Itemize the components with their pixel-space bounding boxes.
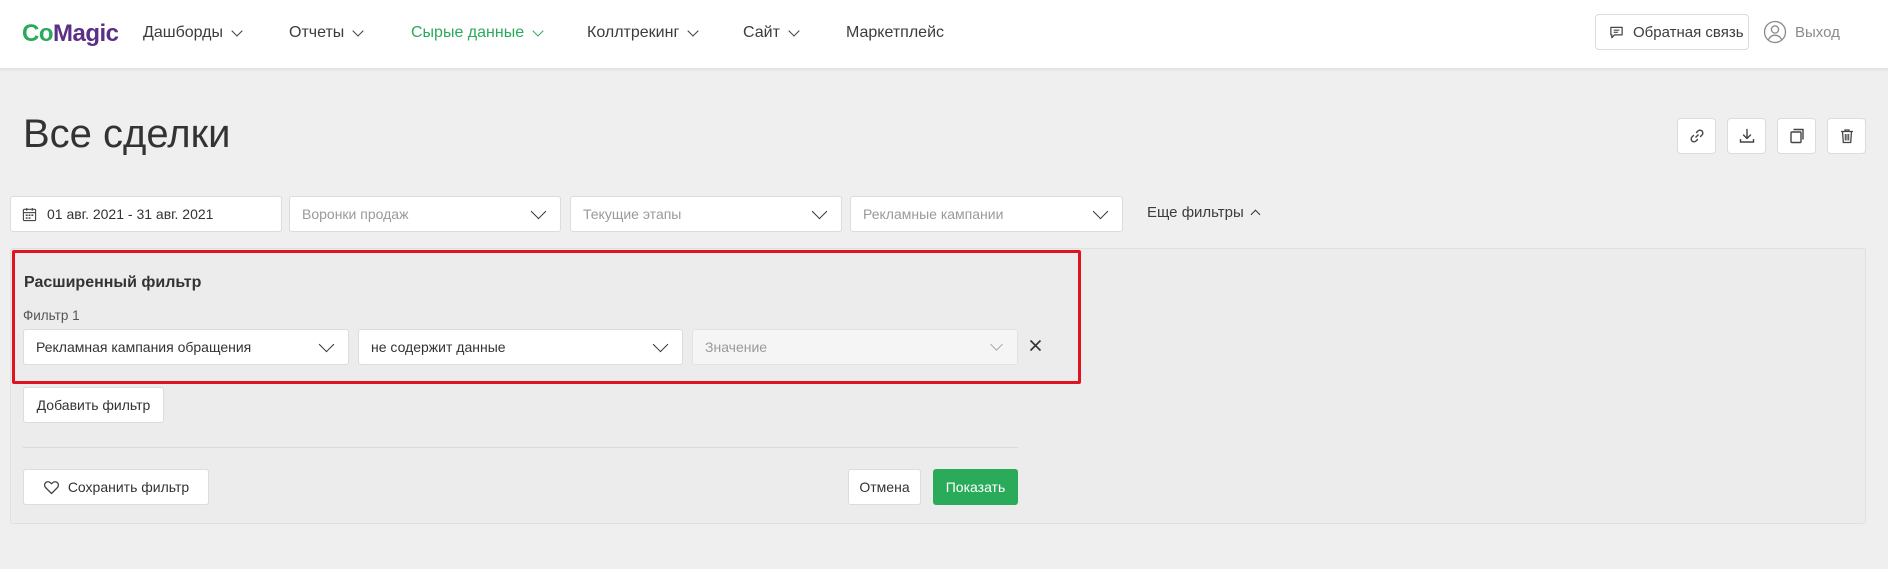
download-button[interactable] bbox=[1727, 118, 1766, 154]
date-range-picker[interactable]: 01 авг. 2021 - 31 авг. 2021 bbox=[10, 196, 282, 232]
nav-item-marketplace[interactable]: Маркетплейс bbox=[846, 24, 944, 42]
user-icon bbox=[1763, 20, 1787, 44]
chevron-down-icon bbox=[990, 337, 1003, 351]
delete-button[interactable] bbox=[1827, 118, 1866, 154]
filter-value-select[interactable]: Значение bbox=[692, 329, 1018, 365]
chevron-down-icon bbox=[530, 203, 547, 219]
more-filters-label: Еще фильтры bbox=[1147, 204, 1244, 221]
comagic-logo[interactable]: CoMagic bbox=[22, 20, 119, 48]
chevron-down-icon bbox=[811, 203, 828, 219]
chevron-down-icon bbox=[788, 24, 800, 37]
copy-link-button[interactable] bbox=[1677, 118, 1716, 154]
feedback-button[interactable]: Обратная связь bbox=[1595, 14, 1749, 50]
nav-item-label: Коллтрекинг bbox=[587, 24, 680, 41]
copy-icon bbox=[1789, 128, 1804, 144]
logo-part-magic: Magic bbox=[53, 20, 119, 47]
campaigns-select[interactable]: Рекламные кампании bbox=[850, 196, 1123, 232]
cancel-button[interactable]: Отмена bbox=[848, 469, 921, 505]
feedback-label: Обратная связь bbox=[1633, 23, 1744, 41]
filter-1-label: Фильтр 1 bbox=[23, 308, 80, 323]
chevron-down-icon bbox=[652, 336, 669, 352]
nav-item-label: Отчеты bbox=[289, 24, 345, 41]
date-range-value: 01 авг. 2021 - 31 авг. 2021 bbox=[47, 206, 214, 222]
copy-button[interactable] bbox=[1777, 118, 1816, 154]
download-icon bbox=[1739, 128, 1754, 143]
chevron-down-icon bbox=[532, 24, 544, 37]
logout-button[interactable]: Выход bbox=[1763, 20, 1840, 44]
trash-icon bbox=[1840, 129, 1853, 144]
calendar-icon bbox=[22, 207, 37, 221]
chevron-up-icon bbox=[1250, 209, 1261, 220]
separator bbox=[23, 447, 1018, 448]
filter-operator-value: не содержит данные bbox=[371, 339, 506, 355]
filter-field-value: Рекламная кампания обращения bbox=[36, 339, 252, 355]
chevron-down-icon bbox=[1092, 203, 1109, 219]
advanced-filter-title: Расширенный фильтр bbox=[24, 274, 202, 291]
funnels-select[interactable]: Воронки продаж bbox=[289, 196, 561, 232]
nav-item-label: Сайт bbox=[743, 24, 780, 41]
stages-select[interactable]: Текущие этапы bbox=[570, 196, 842, 232]
logout-label: Выход bbox=[1795, 23, 1840, 41]
funnels-placeholder: Воронки продаж bbox=[302, 206, 409, 222]
nav-item-raw-data[interactable]: Сырые данные bbox=[411, 24, 544, 42]
nav-item-label: Маркетплейс bbox=[846, 24, 945, 41]
link-icon bbox=[1689, 129, 1704, 143]
nav-item-calltracking[interactable]: Коллтрекинг bbox=[587, 24, 699, 42]
save-filter-button[interactable]: Сохранить фильтр bbox=[23, 469, 209, 505]
save-filter-label: Сохранить фильтр bbox=[67, 479, 190, 495]
campaigns-placeholder: Рекламные кампании bbox=[863, 206, 1004, 222]
chevron-down-icon bbox=[352, 24, 364, 37]
show-button[interactable]: Показать bbox=[933, 469, 1018, 505]
page-title: Все сделки bbox=[23, 112, 231, 156]
stages-placeholder: Текущие этапы bbox=[583, 206, 682, 222]
chevron-down-icon bbox=[231, 24, 243, 37]
remove-filter-button[interactable] bbox=[1026, 336, 1044, 354]
filter-operator-select[interactable]: не содержит данные bbox=[358, 329, 683, 365]
chevron-down-icon bbox=[318, 336, 335, 352]
chevron-down-icon bbox=[687, 24, 699, 37]
filter-field-select[interactable]: Рекламная кампания обращения bbox=[23, 329, 349, 365]
heart-icon bbox=[43, 480, 59, 494]
logo-part-co: Co bbox=[22, 20, 54, 47]
nav-item-label: Сырые данные bbox=[411, 24, 525, 41]
filter-value-placeholder: Значение bbox=[705, 339, 768, 355]
nav-item-site[interactable]: Сайт bbox=[743, 24, 800, 42]
top-navigation-bar: CoMagic Дашборды Отчеты Сырые данные Кол… bbox=[0, 0, 1888, 69]
close-icon bbox=[1029, 339, 1041, 351]
nav-item-dashboards[interactable]: Дашборды bbox=[143, 24, 243, 42]
nav-item-label: Дашборды bbox=[143, 24, 223, 41]
more-filters-toggle[interactable]: Еще фильтры bbox=[1147, 204, 1261, 221]
nav-item-reports[interactable]: Отчеты bbox=[289, 24, 364, 42]
add-filter-button[interactable]: Добавить фильтр bbox=[23, 387, 164, 423]
chat-icon bbox=[1610, 26, 1623, 38]
